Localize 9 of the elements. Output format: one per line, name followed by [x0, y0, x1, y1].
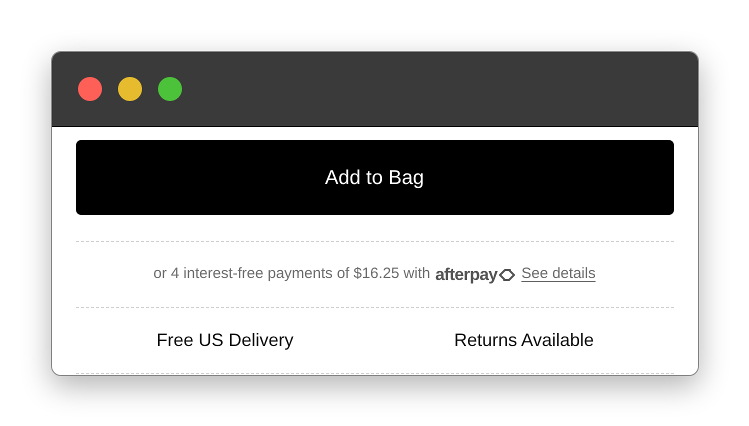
- feature-label: Returns Available: [454, 329, 594, 352]
- feature-label: Free US Delivery: [156, 329, 294, 352]
- add-to-bag-button[interactable]: Add to Bag: [76, 140, 674, 215]
- close-button[interactable]: [78, 77, 102, 101]
- zoom-button[interactable]: [158, 77, 182, 101]
- payment-text: or 4 interest-free payments of $16.25 with: [153, 264, 430, 284]
- see-details-link[interactable]: See details: [521, 263, 596, 286]
- afterpay-logo: afterpay: [435, 264, 498, 286]
- minimize-button[interactable]: [118, 77, 142, 101]
